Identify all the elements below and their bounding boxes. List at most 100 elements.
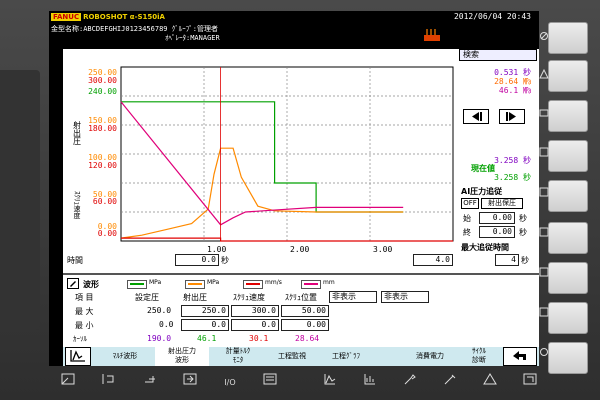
legend-unit-2: mm/s bbox=[265, 279, 282, 286]
side-key-3[interactable] bbox=[548, 100, 588, 132]
end-field[interactable]: 0.00 bbox=[479, 226, 515, 238]
back-button[interactable] bbox=[503, 347, 537, 366]
value3-number: 46.1 bbox=[498, 86, 519, 95]
tab-process-monitor[interactable]: 工程監視 bbox=[267, 347, 317, 366]
cursor-left-button[interactable] bbox=[463, 109, 489, 124]
hide-button-2[interactable]: 非表示 bbox=[381, 291, 429, 303]
min-injection-field[interactable]: 0.0 bbox=[181, 319, 229, 331]
value5-unit: 秒 bbox=[523, 173, 531, 182]
hide-button-1[interactable]: 非表示 bbox=[329, 291, 377, 303]
min-position-field[interactable]: 0.00 bbox=[281, 319, 329, 331]
screen: FANUC ROBOSHOT α-S150iA 2012/06/04 20:43 … bbox=[49, 11, 539, 366]
y-tick-label: 300.00 bbox=[88, 76, 117, 85]
cursor-right-button[interactable] bbox=[499, 109, 525, 124]
datetime: 2012/06/04 20:43 bbox=[453, 12, 531, 21]
tab-injection-pressure-waveform[interactable]: 射出圧力 波形 bbox=[155, 347, 209, 366]
side-key-2[interactable] bbox=[548, 60, 588, 92]
edit-icon bbox=[67, 278, 79, 289]
cursor-left-icon bbox=[472, 112, 482, 121]
side-key-icons bbox=[539, 32, 549, 356]
tab-waveform-icon[interactable] bbox=[65, 347, 91, 366]
bottom-key-injection[interactable] bbox=[170, 370, 210, 396]
monitor-icon bbox=[364, 374, 375, 385]
max-follow-label: 最大追従時間 bbox=[461, 243, 509, 252]
value5: 3.258 秒 bbox=[494, 172, 531, 183]
bottom-key-screen[interactable] bbox=[48, 370, 88, 396]
value4-unit: 秒 bbox=[523, 156, 531, 165]
eject-icon bbox=[145, 376, 155, 383]
mold-icon bbox=[102, 374, 114, 384]
side-key-1[interactable] bbox=[548, 22, 588, 54]
group-value: :管理者 bbox=[192, 25, 218, 33]
max-follow-field[interactable]: 4 bbox=[495, 254, 519, 266]
tab-process-graph[interactable]: 工程ｸﾞﾗﾌ bbox=[319, 347, 373, 366]
search-label: 検索 bbox=[463, 50, 479, 59]
waveform-table: 波形 MPa MPa mm/s mm 項 目 設定圧 射出圧 ｽｸﾘｭ速度 ｽｸﾘｭ位… bbox=[63, 273, 539, 349]
side-key-7[interactable] bbox=[548, 262, 588, 294]
start-field[interactable]: 0.00 bbox=[479, 212, 515, 224]
end-label: 終 bbox=[463, 228, 471, 237]
end-unit: 秒 bbox=[519, 228, 527, 237]
max-position-field[interactable]: 50.00 bbox=[281, 305, 329, 317]
ai-off-button[interactable]: OFF bbox=[461, 198, 479, 209]
waveform-icon bbox=[324, 374, 336, 385]
side-key-8[interactable] bbox=[548, 302, 588, 334]
help-icon bbox=[483, 373, 497, 385]
x-tick-label: 1.00 bbox=[207, 245, 226, 254]
y-tick-label: 60.00 bbox=[93, 197, 117, 206]
x-max-field[interactable]: 4.0 bbox=[413, 254, 453, 266]
tab-injection-pressure-label: 射出圧力 bbox=[168, 347, 196, 355]
side-key-4[interactable] bbox=[548, 140, 588, 172]
max-set-pressure: 250.0 bbox=[147, 306, 172, 315]
x-tick-label: 3.00 bbox=[373, 245, 392, 254]
y-tick-label: 0.00 bbox=[98, 229, 117, 238]
bottom-key-copy[interactable] bbox=[510, 370, 550, 396]
tab-injection-pressure-label2: 波形 bbox=[175, 356, 189, 364]
operator-value: :MANAGER bbox=[186, 34, 220, 42]
tab-multi-waveform[interactable]: ﾏﾙﾁ波形 bbox=[97, 347, 153, 366]
y-tick-label: 120.00 bbox=[88, 161, 117, 170]
bottom-key-waveform[interactable] bbox=[310, 370, 350, 396]
injection-hold-button[interactable]: 射出保圧 bbox=[481, 198, 523, 209]
return-arrow-icon bbox=[513, 351, 526, 360]
tab-metering-torque-label: 計量ﾄﾙｸ bbox=[225, 347, 251, 355]
bottom-key-help[interactable] bbox=[470, 370, 510, 396]
side-key-9[interactable] bbox=[548, 342, 588, 374]
tab-cycle-diagnosis-label2: 診断 bbox=[472, 356, 486, 364]
bottom-key-monitor[interactable] bbox=[350, 370, 390, 396]
side-key-5[interactable] bbox=[548, 180, 588, 212]
legend-swatch-3 bbox=[301, 280, 321, 289]
wrench-icon bbox=[404, 374, 416, 385]
right-panel: 検索 0.531 秒 28.64 ㎫ 46.1 ㎫ 3.258 秒 現在値 3.… bbox=[459, 49, 537, 273]
min-speed-field[interactable]: 0.0 bbox=[231, 319, 279, 331]
waveform-label: 波形 bbox=[83, 280, 99, 289]
bottom-key-setup[interactable] bbox=[250, 370, 290, 396]
col-screw-speed: ｽｸﾘｭ速度 bbox=[233, 293, 265, 302]
tab-cycle-diagnosis[interactable]: ｻｲｸﾙ 診断 bbox=[459, 347, 499, 366]
brand-text: ROBOSHOT α-S150iA bbox=[83, 13, 165, 21]
tab-power-consumption[interactable]: 消費電力 bbox=[403, 347, 457, 366]
tab-metering-torque[interactable]: 計量ﾄﾙｸ ﾓﾆﾀ bbox=[211, 347, 265, 366]
side-key-6[interactable] bbox=[548, 222, 588, 254]
max-injection-field[interactable]: 250.0 bbox=[181, 305, 229, 317]
bottom-key-settings[interactable] bbox=[430, 370, 470, 396]
mold-name: ABCDEFGHIJ0123456789 bbox=[83, 25, 168, 33]
value3: 46.1 ㎫ bbox=[499, 85, 531, 96]
waveform-chart[interactable]: 250.00300.00240.00150.00180.00100.00120.… bbox=[63, 61, 455, 255]
bottom-key-io[interactable]: I/O bbox=[210, 370, 250, 396]
bottom-key-eject[interactable] bbox=[130, 370, 170, 396]
search-button[interactable]: 検索 bbox=[459, 49, 537, 61]
x-axis-label: 時間 bbox=[67, 256, 83, 265]
x-min-field[interactable]: 0.0 bbox=[175, 254, 219, 266]
group-label: ｸﾞﾙｰﾌﾟ bbox=[171, 25, 193, 33]
heater-icon bbox=[424, 29, 440, 41]
col-set-pressure: 設定圧 bbox=[135, 293, 159, 302]
row-min-label: 最 小 bbox=[75, 321, 94, 330]
max-speed-field[interactable]: 300.0 bbox=[231, 305, 279, 317]
header-bar: FANUC ROBOSHOT α-S150iA 2012/06/04 20:43 … bbox=[49, 11, 539, 49]
ai-off-label: OFF bbox=[463, 199, 477, 207]
bottom-key-mold[interactable] bbox=[88, 370, 128, 396]
value5-number: 3.258 bbox=[494, 173, 519, 182]
legend-unit-0: MPa bbox=[149, 279, 162, 286]
bottom-key-maintenance[interactable] bbox=[390, 370, 430, 396]
